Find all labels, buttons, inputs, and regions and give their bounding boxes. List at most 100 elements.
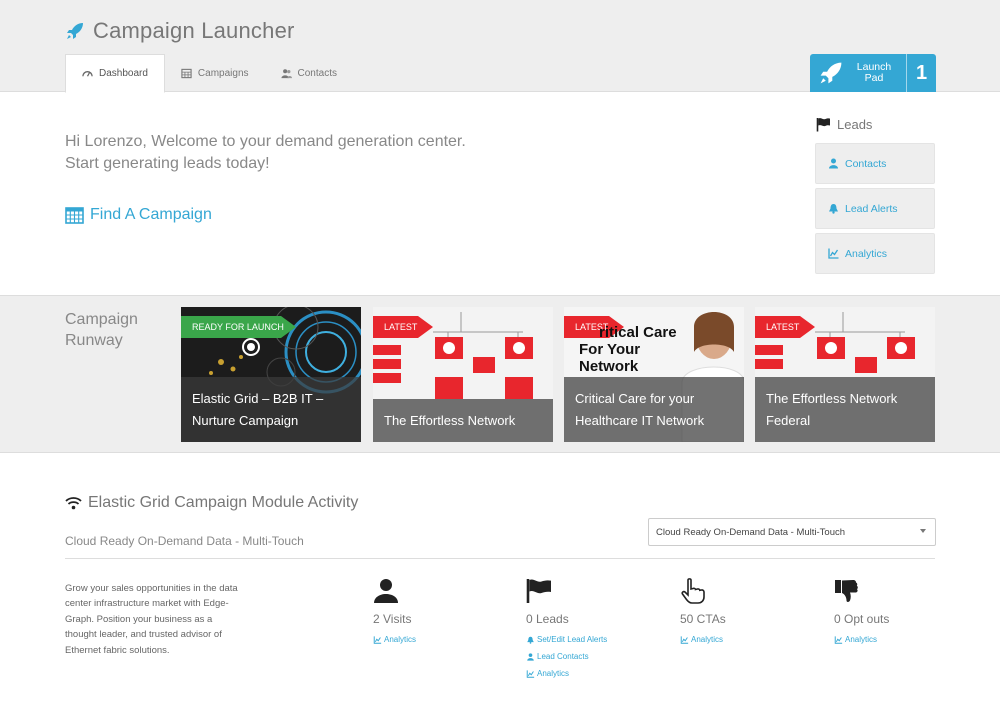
launch-pad-label-line2: Pad: [864, 72, 884, 84]
lead-contacts-label: Lead Contacts: [537, 652, 589, 661]
card-art-text-2: For Your: [579, 341, 641, 358]
stat-leads-value: 0 Leads: [526, 612, 569, 626]
find-campaign-label: Find A Campaign: [90, 206, 212, 223]
runway-card-effortless-network-federal[interactable]: LATEST The Effortless Network Federal: [755, 307, 935, 442]
card-title-line1: The Effortless Network: [766, 391, 898, 406]
card-art-text-1: ritical Care: [599, 324, 677, 341]
visits-analytics-link[interactable]: Analytics: [373, 631, 416, 648]
leads-analytics-button[interactable]: Analytics: [815, 233, 935, 274]
leads-contacts-label: Contacts: [845, 157, 887, 170]
opt-outs-analytics-label: Analytics: [845, 635, 878, 644]
card-caption: The Effortless Network Federal: [755, 377, 935, 442]
leads-header: Leads: [816, 117, 872, 132]
runway-card-effortless-network[interactable]: LATEST The Effortless Network: [373, 307, 553, 442]
card-title-line2: Nurture Campaign: [192, 413, 299, 428]
stat-visits-value: 2 Visits: [373, 612, 412, 626]
card-art-text-3: Network: [579, 358, 639, 375]
users-icon: [280, 68, 292, 78]
activity-subtitle: Cloud Ready On-Demand Data - Multi-Touch: [65, 534, 304, 548]
runway-card-critical-care[interactable]: LATEST ritical Care For Your Network Cri…: [564, 307, 744, 442]
visits-analytics-label: Analytics: [384, 635, 417, 644]
activity-title-text: Elastic Grid Campaign Module Activity: [88, 494, 359, 511]
tab-campaigns-label: Campaigns: [197, 67, 249, 79]
card-caption: The Effortless Network: [373, 399, 553, 442]
wifi-icon: [65, 497, 82, 510]
stat-opt-outs: 0 Opt outs Analytics: [834, 578, 889, 648]
lead-contacts-link[interactable]: Lead Contacts: [526, 648, 607, 665]
launch-pad-count: 1: [915, 61, 928, 84]
leads-title: Leads: [837, 117, 873, 132]
runway-title-line2: Runway: [65, 332, 123, 349]
chart-icon: [828, 248, 839, 259]
chart-icon: [834, 635, 843, 644]
pointer-hand-icon: [681, 578, 705, 604]
set-edit-lead-alerts-label: Set/Edit Lead Alerts: [537, 635, 608, 644]
leads-analytics-label: Analytics: [845, 247, 888, 260]
stat-leads: 0 Leads Set/Edit Lead Alerts Lead Contac…: [526, 578, 607, 682]
stat-visits: 2 Visits Analytics: [373, 578, 416, 648]
find-campaign-link[interactable]: Find A Campaign: [65, 206, 212, 224]
campaign-module-select-value: Cloud Ready On-Demand Data - Multi-Touch: [656, 526, 846, 538]
stat-ctas: 50 CTAs Analytics: [680, 578, 726, 648]
stat-opt-outs-value: 0 Opt outs: [834, 612, 890, 626]
welcome-message: Hi Lorenzo, Welcome to your demand gener…: [65, 131, 466, 175]
chart-icon: [680, 635, 689, 644]
runway-card-elastic-grid[interactable]: READY FOR LAUNCH Elastic Grid – B2B IT –…: [181, 307, 361, 442]
app-title: Campaign Launcher: [65, 18, 295, 44]
dashboard-icon: [82, 71, 93, 77]
leads-contacts-button[interactable]: Contacts: [815, 143, 935, 184]
card-caption: Critical Care for your Healthcare IT Net…: [564, 377, 744, 442]
welcome-line1: Hi Lorenzo, Welcome to your demand gener…: [65, 133, 466, 150]
launch-pad-label: Launch Pad: [848, 62, 900, 84]
thumbs-down-icon: [835, 580, 858, 602]
card-title-line1: The Effortless Network: [384, 413, 516, 428]
leads-lead-alerts-button[interactable]: Lead Alerts: [815, 188, 935, 229]
chevron-down-icon: [920, 529, 926, 533]
card-art-headline: ritical Care For Your Network: [579, 324, 677, 375]
flag-icon: [526, 579, 551, 603]
tab-dashboard-label: Dashboard: [99, 68, 148, 79]
tab-campaigns[interactable]: Campaigns: [165, 54, 265, 92]
tab-contacts-label: Contacts: [297, 67, 337, 79]
leads-lead-alerts-label: Lead Alerts: [845, 202, 898, 215]
card-caption: Elastic Grid – B2B IT – Nurture Campaign: [181, 377, 361, 442]
chart-icon: [373, 635, 382, 644]
tab-contacts[interactable]: Contacts: [265, 54, 353, 92]
calendar-icon: [181, 68, 192, 78]
card-title-line2: Federal: [766, 413, 811, 428]
leads-analytics-link[interactable]: Analytics: [526, 665, 607, 682]
user-icon: [527, 652, 534, 661]
welcome-line2: Start generating leads today!: [65, 155, 270, 172]
bell-icon: [829, 204, 838, 214]
runway-title-line1: Campaign: [65, 311, 138, 328]
leads-analytics-label: Analytics: [537, 669, 570, 678]
chart-icon: [526, 669, 535, 678]
user-icon: [829, 158, 838, 169]
stat-ctas-value: 50 CTAs: [680, 612, 726, 626]
card-title-line2: Healthcare IT Network: [575, 413, 705, 428]
rocket-icon: [67, 23, 83, 39]
set-edit-lead-alerts-link[interactable]: Set/Edit Lead Alerts: [526, 631, 607, 648]
main-tabs: Dashboard Campaigns Contacts: [65, 54, 353, 93]
opt-outs-analytics-link[interactable]: Analytics: [834, 631, 889, 648]
campaign-description: Grow your sales opportunities in the dat…: [65, 583, 238, 656]
card-title-line1: Critical Care for your: [575, 391, 695, 406]
campaign-runway: Campaign Runway READY FOR LAUNCH Elastic…: [0, 295, 1000, 453]
app-header: Campaign Launcher Dashboard Campaigns Co…: [0, 0, 1000, 93]
ready-for-launch-badge: READY FOR LAUNCH: [181, 316, 296, 338]
activity-divider: [65, 558, 935, 559]
card-title-line1: Elastic Grid – B2B IT –: [192, 391, 324, 406]
launch-pad-button[interactable]: Launch Pad 1: [810, 54, 936, 92]
bell-icon: [527, 636, 534, 644]
ctas-analytics-label: Analytics: [691, 635, 724, 644]
tab-dashboard[interactable]: Dashboard: [65, 54, 165, 93]
app-title-text: Campaign Launcher: [93, 18, 295, 43]
rocket-icon: [820, 62, 842, 84]
activity-title: Elastic Grid Campaign Module Activity: [65, 494, 358, 512]
user-icon: [374, 579, 398, 603]
ctas-analytics-link[interactable]: Analytics: [680, 631, 726, 648]
campaign-module-select[interactable]: Cloud Ready On-Demand Data - Multi-Touch: [648, 518, 936, 546]
runway-title: Campaign Runway: [65, 309, 165, 351]
calendar-icon: [65, 206, 84, 224]
flag-icon: [816, 118, 830, 132]
